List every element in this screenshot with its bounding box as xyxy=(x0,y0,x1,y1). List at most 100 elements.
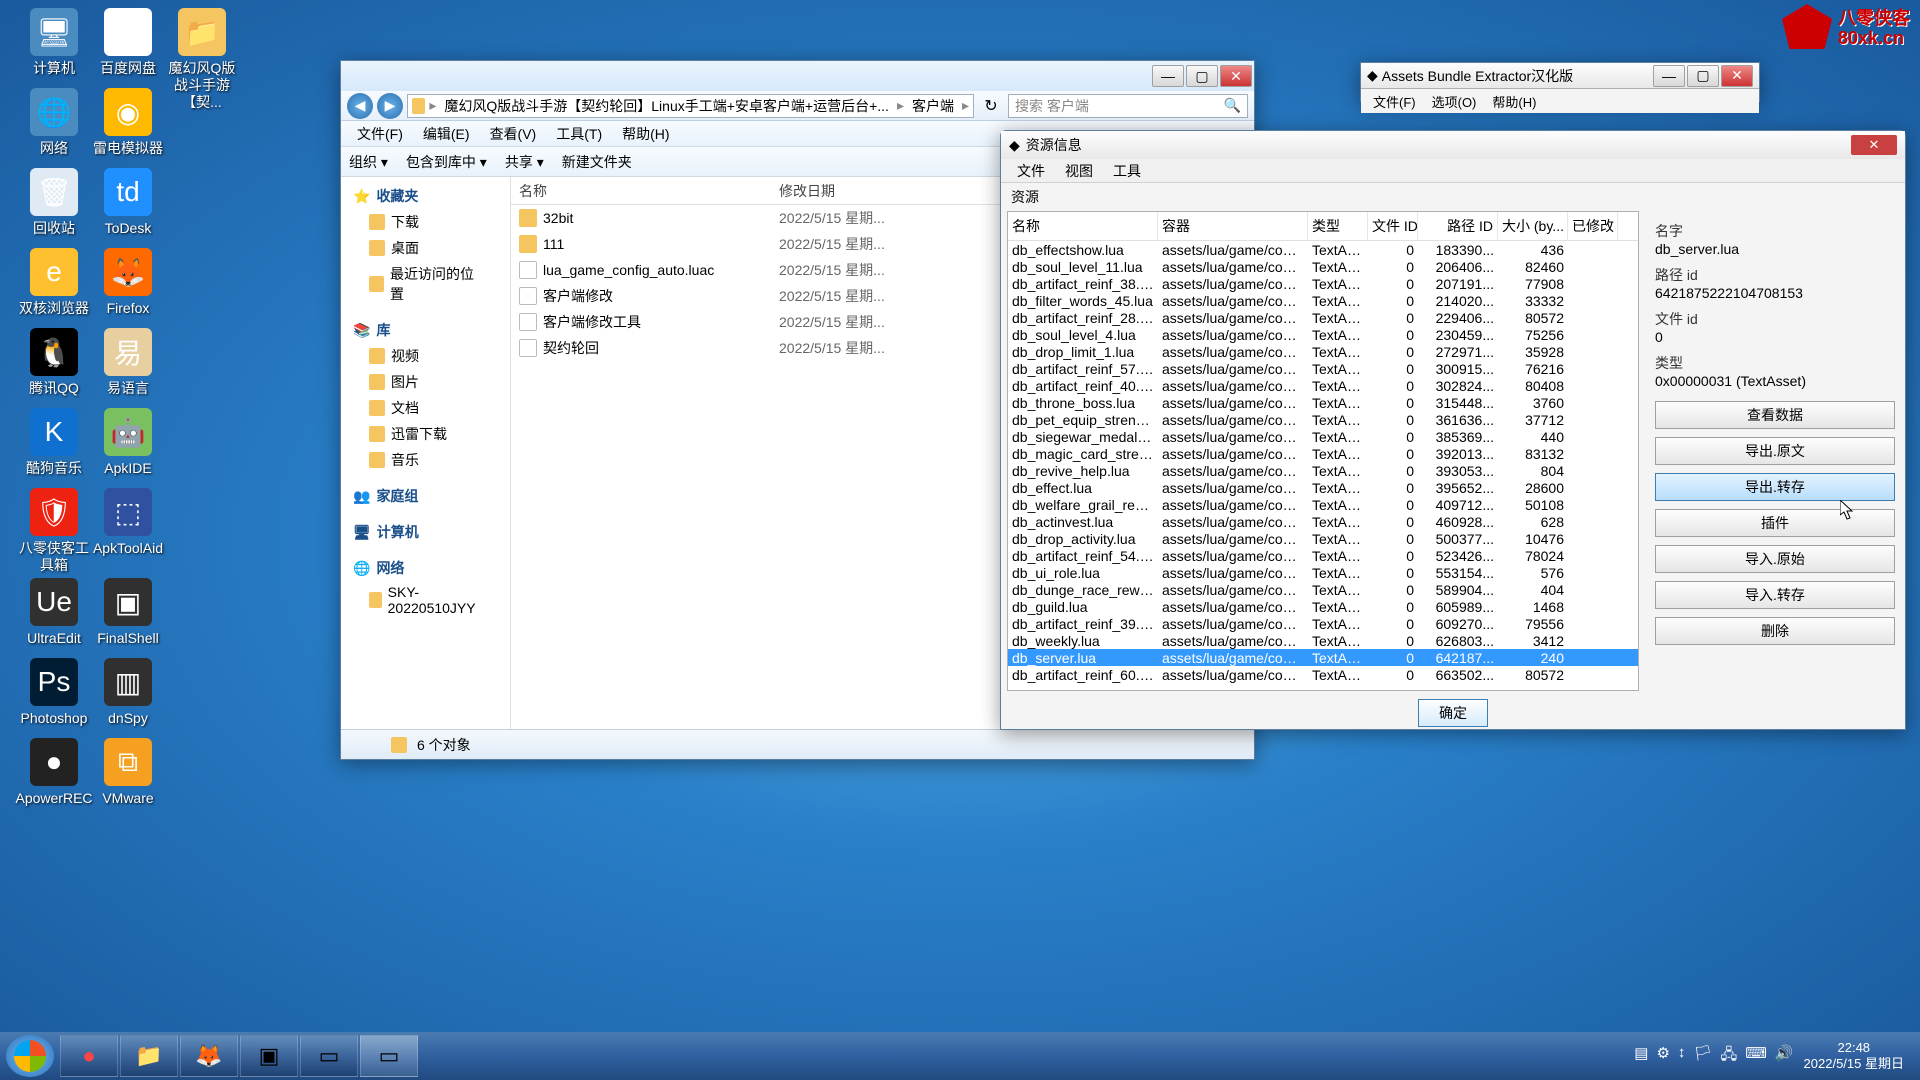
nav-favorites[interactable]: ⭐ 收藏夹 xyxy=(341,183,510,209)
menu-item[interactable]: 帮助(H) xyxy=(1484,92,1544,111)
desktop-icon[interactable]: tdToDesk xyxy=(88,168,168,237)
close-button[interactable]: ✕ xyxy=(1220,65,1252,87)
table-row[interactable]: db_dunge_race_reward.luaassets/lua/game/… xyxy=(1008,581,1638,598)
action-button[interactable]: 删除 xyxy=(1655,617,1895,645)
nav-libraries[interactable]: 📚 库 xyxy=(341,317,510,343)
nav-network[interactable]: 🌐 网络 xyxy=(341,555,510,581)
desktop-icon[interactable]: ⬚ApkToolAid xyxy=(88,488,168,557)
close-button[interactable]: ✕ xyxy=(1851,135,1897,155)
table-row[interactable]: db_siegewar_medal_rewar...assets/lua/gam… xyxy=(1008,428,1638,445)
col-date[interactable]: 修改日期 xyxy=(771,177,931,204)
ok-button[interactable]: 确定 xyxy=(1418,699,1488,727)
col-fileid[interactable]: 文件 ID xyxy=(1368,212,1418,240)
desktop-icon[interactable]: ⧉VMware xyxy=(88,738,168,807)
desktop-icon[interactable]: UeUltraEdit xyxy=(14,578,94,647)
search-input[interactable]: 搜索 客户端 🔍 xyxy=(1008,94,1248,118)
col-container[interactable]: 容器 xyxy=(1158,212,1308,240)
minimize-button[interactable]: — xyxy=(1653,65,1685,87)
menu-item[interactable]: 查看(V) xyxy=(480,124,547,144)
table-row[interactable]: db_soul_level_11.luaassets/lua/game/conf… xyxy=(1008,258,1638,275)
refresh-button[interactable]: ↻ xyxy=(978,96,1004,116)
nav-item[interactable]: 视频 xyxy=(341,343,510,369)
tray-icon[interactable]: ▤ xyxy=(1634,1044,1648,1069)
maximize-button[interactable]: ▢ xyxy=(1186,65,1218,87)
table-row[interactable]: db_drop_limit_1.luaassets/lua/game/confi… xyxy=(1008,343,1638,360)
col-pathid[interactable]: 路径 ID xyxy=(1418,212,1498,240)
table-row[interactable]: db_filter_words_45.luaassets/lua/game/co… xyxy=(1008,292,1638,309)
menu-item[interactable]: 工具(T) xyxy=(546,124,612,144)
table-row[interactable]: db_pet_equip_strength.luaassets/lua/game… xyxy=(1008,411,1638,428)
desktop-icon[interactable]: ▣FinalShell xyxy=(88,578,168,647)
task-apowerrec[interactable]: ● xyxy=(60,1035,118,1077)
table-row[interactable]: db_artifact_reinf_54.luaassets/lua/game/… xyxy=(1008,547,1638,564)
nav-item[interactable]: 最近访问的位置 xyxy=(341,261,510,307)
desktop-icon[interactable]: K酷狗音乐 xyxy=(14,408,94,477)
table-row[interactable]: db_magic_card_strength_...assets/lua/gam… xyxy=(1008,445,1638,462)
desktop-icon[interactable]: 易易语言 xyxy=(88,328,168,397)
close-button[interactable]: ✕ xyxy=(1721,65,1753,87)
col-name[interactable]: 名称 xyxy=(511,177,771,204)
col-modified[interactable]: 已修改 xyxy=(1568,212,1618,240)
asset-table[interactable]: 名称 容器 类型 文件 ID 路径 ID 大小 (by... 已修改 db_ef… xyxy=(1007,211,1639,691)
table-row[interactable]: db_server.luaassets/lua/game/config/a...… xyxy=(1008,649,1638,666)
task-explorer[interactable]: 📁 xyxy=(120,1035,178,1077)
toolbar-item[interactable]: 共享 ▾ xyxy=(505,152,544,172)
col-size[interactable]: 大小 (by... xyxy=(1498,212,1568,240)
action-button[interactable]: 导入.转存 xyxy=(1655,581,1895,609)
table-row[interactable]: db_effectshow.luaassets/lua/game/config/… xyxy=(1008,241,1638,258)
desktop-icon[interactable]: 🌐网络 xyxy=(14,88,94,157)
table-row[interactable]: db_revive_help.luaassets/lua/game/config… xyxy=(1008,462,1638,479)
breadcrumb[interactable]: 客户端 xyxy=(908,96,958,116)
toolbar-item[interactable]: 组织 ▾ xyxy=(349,152,388,172)
nav-item[interactable]: 迅雷下载 xyxy=(341,421,510,447)
menu-item[interactable]: 编辑(E) xyxy=(413,124,480,144)
forward-button[interactable]: ▶ xyxy=(377,93,403,119)
col-type[interactable]: 类型 xyxy=(1308,212,1368,240)
nav-pane[interactable]: ⭐ 收藏夹 下载桌面最近访问的位置 📚 库 视频图片文档迅雷下载音乐 👥 家庭组… xyxy=(341,177,511,729)
table-row[interactable]: db_effect.luaassets/lua/game/config/a...… xyxy=(1008,479,1638,496)
desktop-icon[interactable]: PsPhotoshop xyxy=(14,658,94,727)
taskbar[interactable]: ● 📁 🦊 ▣ ▭ ▭ ▤ ⚙ ↕ 🏳 🖧 ⌨ 🔊 22:48 2022/5/1… xyxy=(0,1032,1920,1080)
task-app3[interactable]: ▭ xyxy=(360,1035,418,1077)
menu-item[interactable]: 帮助(H) xyxy=(612,124,679,144)
menu-item[interactable]: 视图 xyxy=(1055,161,1103,181)
nav-item[interactable]: 桌面 xyxy=(341,235,510,261)
desktop-icon[interactable]: e双核浏览器 xyxy=(14,248,94,317)
table-header[interactable]: 名称 容器 类型 文件 ID 路径 ID 大小 (by... 已修改 xyxy=(1008,212,1638,241)
table-row[interactable]: db_artifact_reinf_40.luaassets/lua/game/… xyxy=(1008,377,1638,394)
breadcrumb[interactable]: 魔幻风Q版战斗手游【契约轮回】Linux手工端+安卓客户端+运营后台+... xyxy=(440,96,893,116)
system-tray[interactable]: ▤ ⚙ ↕ 🏳 🖧 ⌨ 🔊 22:48 2022/5/15 星期日 xyxy=(1634,1040,1914,1071)
table-row[interactable]: db_welfare_grail_reward_...assets/lua/ga… xyxy=(1008,496,1638,513)
uabe-titlebar[interactable]: ◆ Assets Bundle Extractor汉化版 — ▢ ✕ xyxy=(1361,63,1759,89)
explorer-titlebar[interactable]: — ▢ ✕ xyxy=(341,61,1254,91)
task-firefox[interactable]: 🦊 xyxy=(180,1035,238,1077)
dialog-titlebar[interactable]: ◆ 资源信息 ✕ xyxy=(1001,131,1905,159)
desktop-icon[interactable]: 🦊Firefox xyxy=(88,248,168,317)
menu-item[interactable]: 文件(F) xyxy=(1365,92,1424,111)
table-row[interactable]: db_artifact_reinf_39.luaassets/lua/game/… xyxy=(1008,615,1638,632)
minimize-button[interactable]: — xyxy=(1152,65,1184,87)
col-name[interactable]: 名称 xyxy=(1008,212,1158,240)
nav-item[interactable]: 音乐 xyxy=(341,447,510,473)
nav-computer[interactable]: 🖥 计算机 xyxy=(341,519,510,545)
table-row[interactable]: db_artifact_reinf_57.luaassets/lua/game/… xyxy=(1008,360,1638,377)
desktop-icon[interactable]: ●ApowerREC xyxy=(14,738,94,807)
table-row[interactable]: db_drop_activity.luaassets/lua/game/conf… xyxy=(1008,530,1638,547)
tray-icon[interactable]: 🏳 xyxy=(1693,1044,1712,1069)
task-app[interactable]: ▣ xyxy=(240,1035,298,1077)
desktop-icon[interactable]: 🤖ApkIDE xyxy=(88,408,168,477)
tray-network-icon[interactable]: 🖧 xyxy=(1720,1044,1737,1069)
table-row[interactable]: db_artifact_reinf_38.luaassets/lua/game/… xyxy=(1008,275,1638,292)
nav-item[interactable]: 文档 xyxy=(341,395,510,421)
desktop-icon[interactable]: 📁魔幻风Q版战斗手游【契... xyxy=(162,8,242,110)
action-button[interactable]: 导出.原文 xyxy=(1655,437,1895,465)
action-button[interactable]: 插件 xyxy=(1655,509,1895,537)
table-row[interactable]: db_guild.luaassets/lua/game/config/a...T… xyxy=(1008,598,1638,615)
tray-icon[interactable]: ↕ xyxy=(1678,1044,1686,1069)
toolbar-item[interactable]: 新建文件夹 xyxy=(562,152,632,172)
address-bar[interactable]: ▸ 魔幻风Q版战斗手游【契约轮回】Linux手工端+安卓客户端+运营后台+...… xyxy=(407,94,974,118)
menu-item[interactable]: 工具 xyxy=(1103,161,1151,181)
nav-homegroup[interactable]: 👥 家庭组 xyxy=(341,483,510,509)
toolbar-item[interactable]: 包含到库中 ▾ xyxy=(406,152,487,172)
table-row[interactable]: db_throne_boss.luaassets/lua/game/config… xyxy=(1008,394,1638,411)
